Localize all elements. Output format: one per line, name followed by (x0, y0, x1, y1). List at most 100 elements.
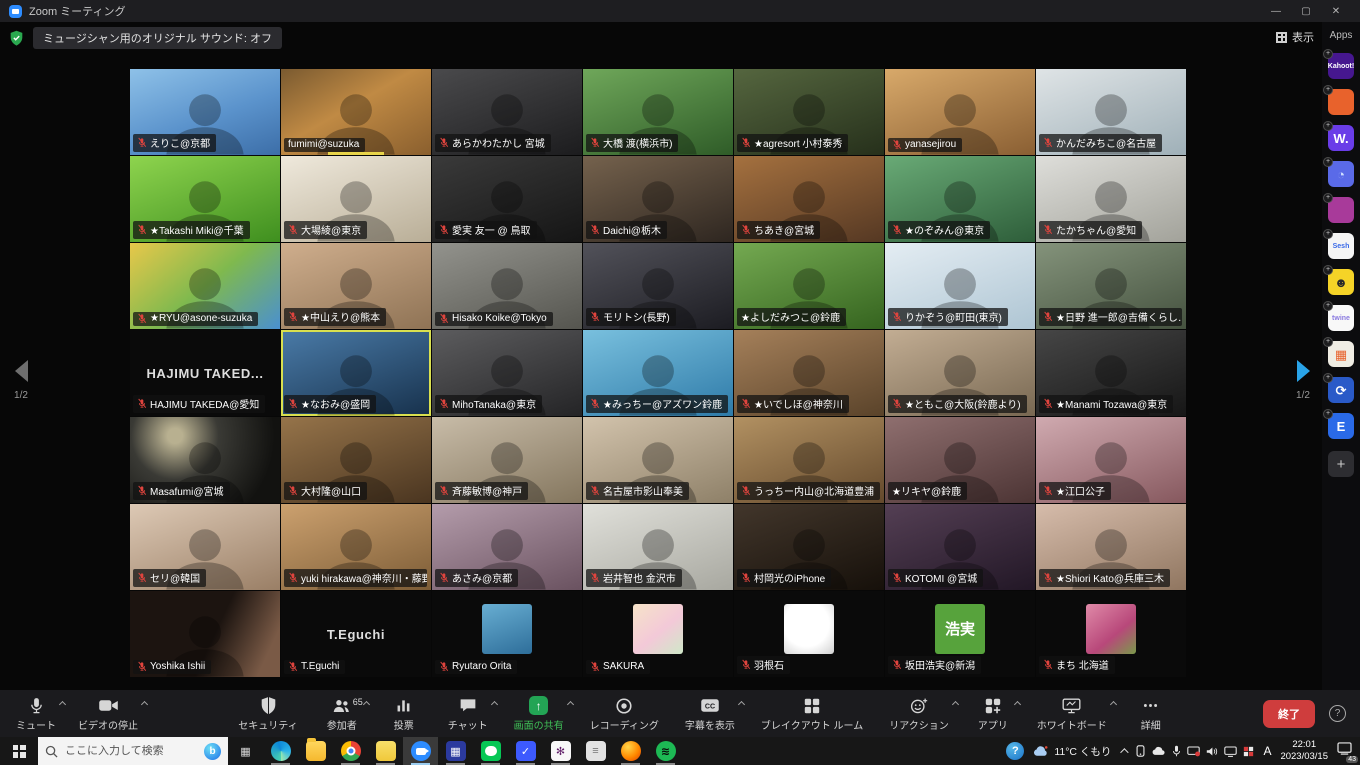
toolbar-apps-button[interactable]: アプリ (969, 693, 1021, 734)
rail-app-app-sync[interactable]: + ⟳ (1328, 377, 1354, 403)
toolbar-participants-button[interactable]: 参加者 65 (318, 693, 370, 734)
participant-tile[interactable]: fumimi@suzuka (281, 69, 431, 155)
participant-tile[interactable]: 斉藤敏博@神戸 (432, 417, 582, 503)
chevron-up-icon[interactable] (567, 701, 574, 708)
taskbar-app-line[interactable] (473, 737, 508, 765)
participant-tile[interactable]: ★Takashi Miki@千葉 (130, 156, 280, 242)
participant-tile[interactable]: 大村隆@山口 (281, 417, 431, 503)
rail-app-kahoot[interactable]: + Kahoot! (1328, 53, 1354, 79)
start-button[interactable] (0, 737, 38, 765)
maximize-button[interactable]: ▢ (1291, 0, 1321, 22)
participant-tile[interactable]: HAJIMU TAKED... HAJIMU TAKEDA@愛知 (130, 330, 280, 416)
toolbar-chat-button[interactable]: チャット (442, 693, 498, 734)
participant-tile[interactable]: SAKURA (583, 591, 733, 677)
participant-tile[interactable]: モリトシ(長野) (583, 243, 733, 329)
toolbar-shield-button[interactable]: セキュリティ (232, 693, 307, 734)
participant-tile[interactable]: ちあき@宮城 (734, 156, 884, 242)
taskbar-app-calendar[interactable]: ▦ (438, 737, 473, 765)
phone-icon[interactable] (1135, 745, 1146, 757)
tray-expand-icon[interactable] (1121, 748, 1129, 756)
participant-tile[interactable]: えりこ@京都 (130, 69, 280, 155)
end-meeting-button[interactable]: 終了 (1263, 700, 1315, 728)
participant-tile[interactable]: 村岡光のiPhone (734, 504, 884, 590)
chevron-up-icon[interactable] (141, 701, 148, 708)
volume-icon[interactable] (1206, 746, 1218, 757)
participant-tile[interactable]: ★日野 進一郎@吉備くらし… (1036, 243, 1186, 329)
close-button[interactable]: ✕ (1321, 0, 1351, 22)
participant-tile[interactable]: ★いでしほ@神奈川 (734, 330, 884, 416)
participant-tile[interactable]: まち 北海道 (1036, 591, 1186, 677)
participant-tile[interactable]: MihoTanaka@東京 (432, 330, 582, 416)
participant-tile[interactable]: あさみ@京都 (432, 504, 582, 590)
taskbar-app-sticky-notes[interactable] (368, 737, 403, 765)
participant-tile[interactable]: T.Eguchi T.Eguchi (281, 591, 431, 677)
taskbar-app-slack[interactable]: ✻ (543, 737, 578, 765)
participant-tile[interactable]: Masafumi@宮城 (130, 417, 280, 503)
participant-tile[interactable]: 大場綾@東京 (281, 156, 431, 242)
participant-tile[interactable]: 浩実 坂田浩実@新潟 (885, 591, 1035, 677)
participant-tile[interactable]: 愛実 友一 @ 鳥取 (432, 156, 582, 242)
rail-app-app-orange[interactable]: + (1328, 89, 1354, 115)
toolbar-record-button[interactable]: レコーディング (584, 693, 669, 734)
participant-tile[interactable]: あらかわたかし 宮城 (432, 69, 582, 155)
notification-center[interactable]: 43 (1337, 742, 1354, 760)
chevron-up-icon[interactable] (738, 701, 745, 708)
rail-app-app-grid[interactable]: + ▦ (1328, 341, 1354, 367)
toolbar-video-button[interactable]: ビデオの停止 (72, 693, 148, 734)
rail-app-app-e[interactable]: + E (1328, 413, 1354, 439)
ime-indicator[interactable]: A (1263, 744, 1271, 758)
bing-icon[interactable]: b (204, 743, 221, 760)
participant-tile[interactable]: ★中山えり@熊本 (281, 243, 431, 329)
get-help-icon[interactable]: ? (1006, 742, 1024, 760)
participant-tile[interactable]: Hisako Koike@Tokyo (432, 243, 582, 329)
rail-app-wordwall[interactable]: + W. (1328, 125, 1354, 151)
chevron-up-icon[interactable] (1110, 701, 1117, 708)
taskbar-app-zoom[interactable] (403, 737, 438, 765)
taskbar-app-notepad[interactable]: ≡ (578, 737, 613, 765)
chevron-up-icon[interactable] (59, 701, 66, 708)
participant-tile[interactable]: 名古屋市影山奉美 (583, 417, 733, 503)
participant-tile[interactable]: yuki hirakawa@神奈川・藤野 (281, 504, 431, 590)
participant-tile[interactable]: 岩井智也 金沢市 (583, 504, 733, 590)
rail-app-sesh[interactable]: + Sesh (1328, 233, 1354, 259)
participant-tile[interactable]: ★ともこ@大阪(鈴鹿より) (885, 330, 1035, 416)
taskbar-app-explorer[interactable] (298, 737, 333, 765)
rail-app-app-magenta[interactable]: + (1328, 197, 1354, 223)
screen-record-icon[interactable] (1187, 746, 1200, 757)
participant-tile[interactable]: 大橋 渡(横浜市) (583, 69, 733, 155)
chevron-up-icon[interactable] (1014, 701, 1021, 708)
participant-tile[interactable]: ★Shiori Kato@兵庫三木 (1036, 504, 1186, 590)
participant-tile[interactable]: yanasejirou (885, 69, 1035, 155)
participant-tile[interactable]: KOTOMI @宮城 (885, 504, 1035, 590)
search-input[interactable] (65, 745, 183, 757)
participant-tile[interactable]: かんだみちこ@名古屋 (1036, 69, 1186, 155)
participant-tile[interactable]: りかぞう@町田(東京) (885, 243, 1035, 329)
mic-tray-icon[interactable] (1172, 745, 1181, 757)
toolbar-reaction-button[interactable]: リアクション (883, 693, 959, 734)
participant-tile[interactable]: ★リキヤ@鈴鹿 (885, 417, 1035, 503)
participant-tile[interactable]: ★agresort 小村泰秀 (734, 69, 884, 155)
taskbar-app-chrome[interactable] (333, 737, 368, 765)
participant-tile[interactable]: ★Manami Tozawa@東京 (1036, 330, 1186, 416)
chevron-up-icon[interactable] (952, 701, 959, 708)
display-icon[interactable] (1224, 746, 1237, 757)
toolbar-mic-button[interactable]: ミュート (10, 693, 66, 734)
rail-app-app-blue-circle[interactable]: + ◔ (1328, 161, 1354, 187)
taskbar-app-check-app[interactable]: ✓ (508, 737, 543, 765)
rail-app-twine[interactable]: + twine (1328, 305, 1354, 331)
add-app-button[interactable]: + (1328, 451, 1354, 477)
participant-tile[interactable]: Daichi@栃木 (583, 156, 733, 242)
participant-tile[interactable]: ★よしだみつこ@鈴鹿 (734, 243, 884, 329)
taskbar-app-firefox[interactable] (613, 737, 648, 765)
toolbar-share-button[interactable]: ↑ 画面の共有 (508, 693, 574, 734)
participant-tile[interactable]: セリ@韓国 (130, 504, 280, 590)
participant-tile[interactable]: ★のぞみん@東京 (885, 156, 1035, 242)
participant-tile[interactable]: Yoshika Ishii (130, 591, 280, 677)
toolbar-more-button[interactable]: 詳細 (1127, 693, 1179, 734)
participant-tile[interactable]: 羽根石 (734, 591, 884, 677)
taskbar-app-spotify[interactable]: ≋ (648, 737, 683, 765)
chevron-up-icon[interactable] (491, 701, 498, 708)
participant-tile[interactable]: ★RYU@asone-suzuka (130, 243, 280, 329)
participant-tile[interactable]: ★なおみ@盛岡 (281, 330, 431, 416)
taskbar-app-edge[interactable] (263, 737, 298, 765)
